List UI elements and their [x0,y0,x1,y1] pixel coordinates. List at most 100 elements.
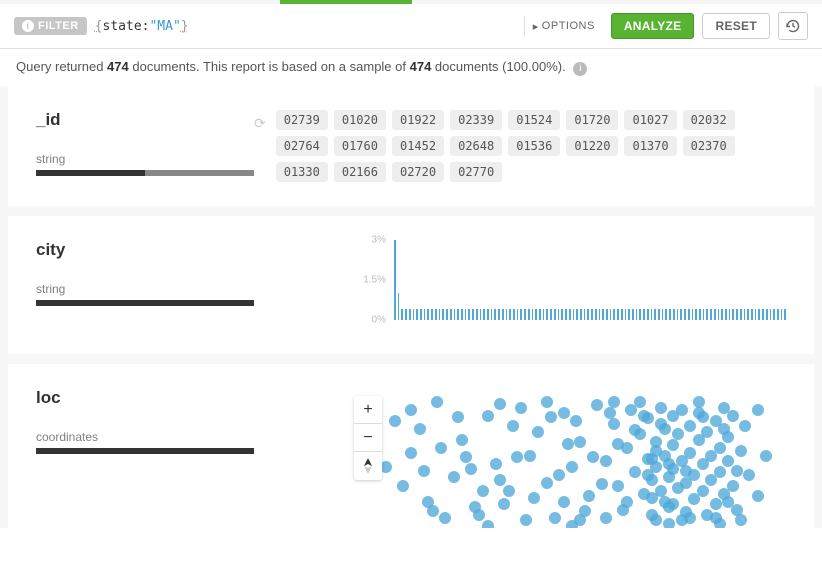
map-point[interactable] [545,411,557,423]
map-point[interactable] [684,447,696,459]
chart-bar[interactable] [573,309,575,320]
map-point[interactable] [553,469,565,481]
zoom-in-button[interactable]: + [354,396,382,424]
map-point[interactable] [570,415,582,427]
map-point[interactable] [731,465,743,477]
refresh-icon[interactable]: ⟳ [254,115,266,182]
chart-bar[interactable] [595,309,597,320]
chart-bar[interactable] [561,309,563,320]
chart-bar[interactable] [461,309,463,320]
map-point[interactable] [600,455,612,467]
map-point[interactable] [655,402,667,414]
map-point[interactable] [524,450,536,462]
chart-bar[interactable] [550,309,552,320]
chart-bar[interactable] [636,309,638,320]
map-point[interactable] [490,458,502,470]
map-point[interactable] [727,480,739,492]
chart-bar[interactable] [736,309,738,320]
map-point[interactable] [460,451,472,463]
hint-icon[interactable]: i [573,62,587,76]
map-point[interactable] [596,478,608,490]
value-tag[interactable]: 02739 [276,110,328,130]
chart-bar[interactable] [413,309,415,320]
chart-bar[interactable] [502,309,504,320]
map-point[interactable] [629,466,641,478]
value-tag[interactable]: 02032 [683,110,735,130]
map-point[interactable] [672,428,684,440]
map-point[interactable] [735,445,747,457]
chart-bar[interactable] [651,309,653,320]
value-tag[interactable]: 01330 [276,162,328,182]
map-point[interactable] [418,465,430,477]
chart-bar[interactable] [665,309,667,320]
chart-bar[interactable] [565,309,567,320]
map-point[interactable] [667,439,679,451]
map-point[interactable] [684,512,696,524]
chart-bar[interactable] [535,309,537,320]
map-point[interactable] [591,399,603,411]
chart-bar[interactable] [569,309,571,320]
map-point[interactable] [528,492,540,504]
map-point[interactable] [642,469,654,481]
map-point[interactable] [714,518,726,528]
map-point[interactable] [676,404,688,416]
map-point[interactable] [621,496,633,508]
value-tag[interactable]: 01452 [392,136,444,156]
chart-bar[interactable] [472,309,474,320]
chart-bar[interactable] [405,309,407,320]
chart-bar[interactable] [732,309,734,320]
chart-bar[interactable] [509,309,511,320]
value-tag[interactable]: 01922 [392,110,444,130]
map-point[interactable] [520,514,532,526]
map-point[interactable] [532,426,544,438]
map-point[interactable] [566,520,578,528]
chart-bar[interactable] [539,309,541,320]
chart-bar[interactable] [684,309,686,320]
map-point[interactable] [494,474,506,486]
map-point[interactable] [693,396,705,408]
map-point[interactable] [646,453,658,465]
chart-bar[interactable] [442,309,444,320]
chart-bar[interactable] [654,309,656,320]
chart-bar[interactable] [784,309,786,320]
chart-bar[interactable] [758,309,760,320]
map-point[interactable] [684,420,696,432]
chart-bar[interactable] [747,309,749,320]
chart-bar[interactable] [706,309,708,320]
map-point[interactable] [646,492,658,504]
chart-bar[interactable] [639,309,641,320]
chart-bar[interactable] [662,309,664,320]
map-point[interactable] [427,505,439,517]
chart-bar[interactable] [554,309,556,320]
value-tag[interactable]: 01536 [508,136,560,156]
chart-bar[interactable] [532,309,534,320]
chart-bar[interactable] [680,309,682,320]
chart-bar[interactable] [543,309,545,320]
analyze-button[interactable]: ANALYZE [611,13,695,39]
map-point[interactable] [579,505,591,517]
chart-bar[interactable] [762,309,764,320]
chart-bar[interactable] [740,309,742,320]
map-point[interactable] [558,407,570,419]
chart-bar[interactable] [710,309,712,320]
value-tag[interactable]: 02166 [334,162,386,182]
chart-bar[interactable] [457,309,459,320]
chart-bar[interactable] [528,309,530,320]
map-point[interactable] [439,512,451,524]
chart-bar[interactable] [558,309,560,320]
map-point[interactable] [397,480,409,492]
chart-bar[interactable] [692,309,694,320]
chart-bar[interactable] [513,309,515,320]
chart-bar[interactable] [714,309,716,320]
map-point[interactable] [498,498,510,510]
map-point[interactable] [405,447,417,459]
chart-bar[interactable] [446,309,448,320]
query-input[interactable]: {state:"MA"} [95,19,516,34]
map-point[interactable] [752,404,764,416]
chart-bar[interactable] [777,309,779,320]
map-point[interactable] [697,485,709,497]
chart-bar[interactable] [703,309,705,320]
map-point[interactable] [612,480,624,492]
chart-bar[interactable] [591,309,593,320]
chart-bar[interactable] [632,309,634,320]
